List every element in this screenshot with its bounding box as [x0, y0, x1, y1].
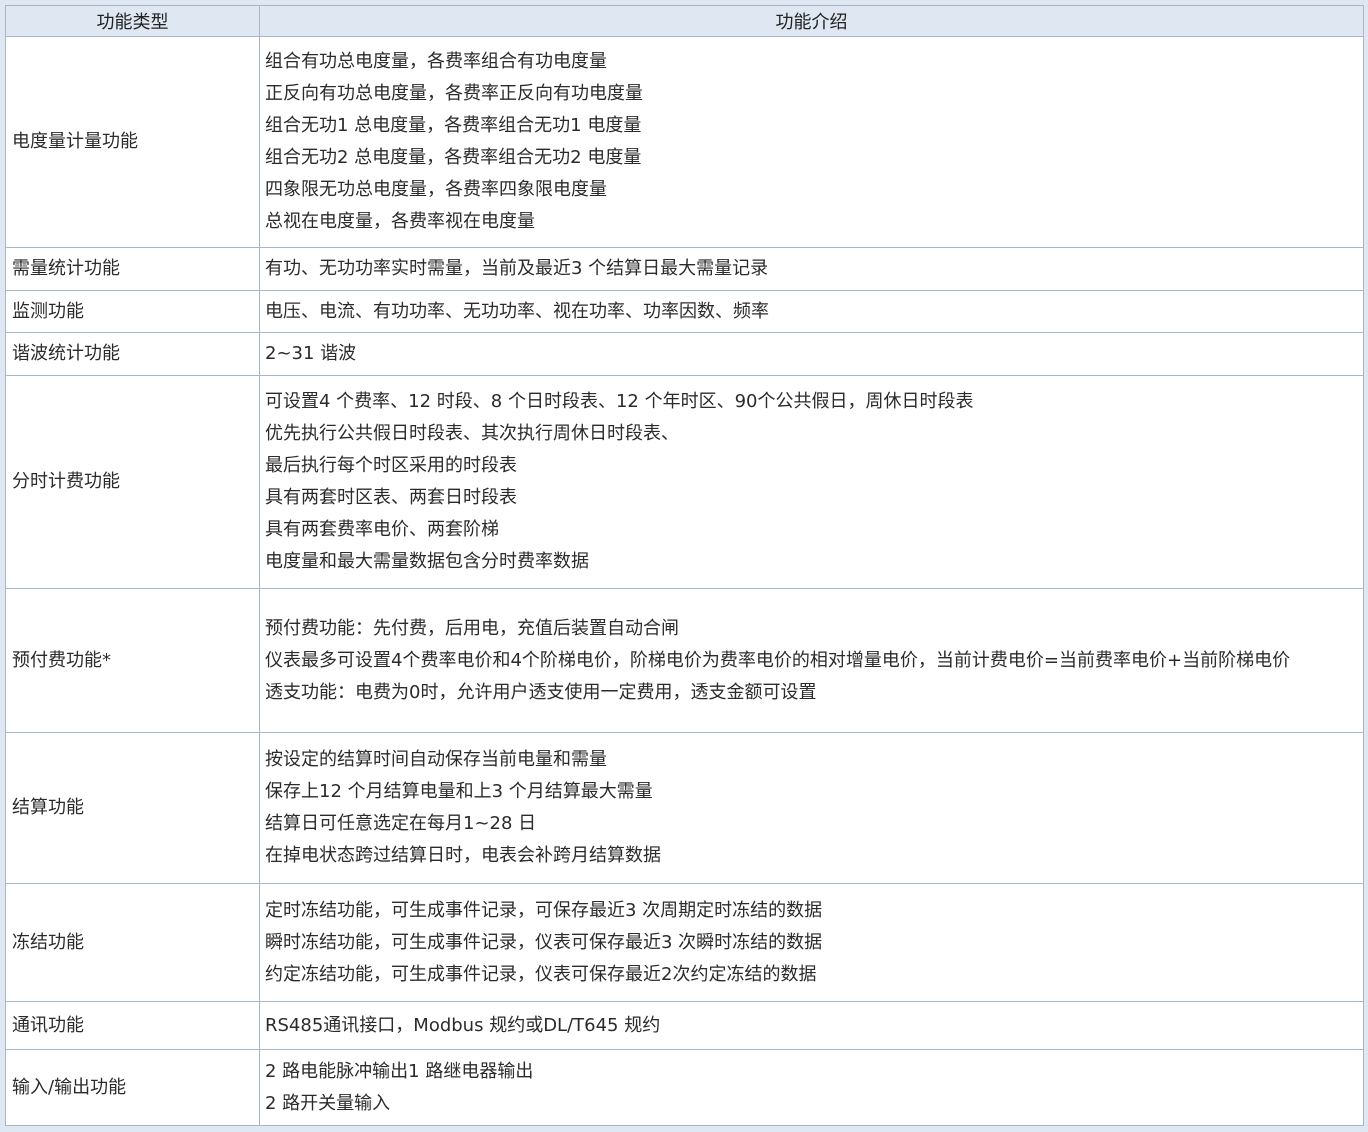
- table-row: 需量统计功能 有功、无功功率实时需量，当前及最近3 个结算日最大需量记录: [5, 247, 1364, 291]
- function-type-cell: 结算功能: [5, 732, 260, 884]
- table-row: 预付费功能* 预付费功能：先付费，后用电，充值后装置自动合闸仪表最多可设置4个费率…: [5, 588, 1364, 733]
- function-description-cell: 2~31 谐波: [259, 332, 1364, 376]
- function-type-cell: 输入/输出功能: [5, 1049, 260, 1126]
- function-type-cell: 监测功能: [5, 290, 260, 333]
- description-line: 组合无功2 总电度量，各费率组合无功2 电度量: [265, 147, 642, 168]
- function-description-cell: 按设定的结算时间自动保存当前电量和需量保存上12 个月结算电量和上3 个月结算最…: [259, 732, 1364, 884]
- header-function-type: 功能类型: [5, 5, 260, 37]
- function-type-cell: 预付费功能*: [5, 588, 260, 733]
- spec-sheet: 功能类型 功能介绍 电度量计量功能 组合有功总电度量，各费率组合有功电度量正反向有…: [5, 5, 1364, 1126]
- description-line: 有功、无功功率实时需量，当前及最近3 个结算日最大需量记录: [265, 258, 769, 279]
- description-line: 2~31 谐波: [265, 343, 357, 364]
- table-row: 结算功能 按设定的结算时间自动保存当前电量和需量保存上12 个月结算电量和上3 个…: [5, 732, 1364, 884]
- function-description-cell: 电压、电流、有功功率、无功功率、视在功率、功率因数、频率: [259, 290, 1364, 333]
- description-line: 正反向有功总电度量，各费率正反向有功电度量: [265, 83, 643, 104]
- description-line: 组合无功1 总电度量，各费率组合无功1 电度量: [265, 115, 642, 136]
- header-row: 功能类型 功能介绍: [5, 5, 1364, 37]
- function-description-cell: 可设置4 个费率、12 时段、8 个日时段表、12 个年时区、90个公共假日，周…: [259, 375, 1364, 589]
- function-description-cell: 2 路电能脉冲输出1 路继电器输出 2 路开关量输入: [259, 1049, 1364, 1126]
- description-line: 最后执行每个时区采用的时段表: [265, 455, 517, 476]
- function-type-cell: 冻结功能: [5, 883, 260, 1002]
- description-line: 优先执行公共假日时段表、其次执行周休日时段表、: [265, 423, 679, 444]
- description-line: 2 路电能脉冲输出1 路继电器输出: [265, 1060, 534, 1082]
- description-line: 瞬时冻结功能，可生成事件记录，仪表可保存最近3 次瞬时冻结的数据: [265, 931, 823, 953]
- table-row: 谐波统计功能 2~31 谐波: [5, 332, 1364, 376]
- description-line: 仪表最多可设置4个费率电价和4个阶梯电价，阶梯电价为费率电价的相对增量电价，当前…: [265, 649, 1291, 671]
- description-line: 透支功能：电费为0时，允许用户透支使用一定费用，透支金额可设置: [265, 681, 817, 703]
- description-line: 四象限无功总电度量，各费率四象限电度量: [265, 179, 607, 200]
- description-line: 具有两套费率电价、两套阶梯: [265, 519, 499, 540]
- function-type-cell: 通讯功能: [5, 1001, 260, 1050]
- description-line: 具有两套时区表、两套日时段表: [265, 487, 517, 508]
- description-line: 总视在电度量，各费率视在电度量: [265, 211, 535, 232]
- function-description-cell: RS485通讯接口，Modbus 规约或DL/T645 规约: [259, 1001, 1364, 1050]
- description-line: 保存上12 个月结算电量和上3 个月结算最大需量: [265, 781, 653, 802]
- function-type-cell: 谐波统计功能: [5, 332, 260, 376]
- description-line: 在掉电状态跨过结算日时，电表会补跨月结算数据: [265, 845, 661, 866]
- table-row: 输入/输出功能 2 路电能脉冲输出1 路继电器输出 2 路开关量输入: [5, 1049, 1364, 1126]
- function-description-cell: 有功、无功功率实时需量，当前及最近3 个结算日最大需量记录: [259, 247, 1364, 291]
- description-line: 2 路开关量输入: [265, 1092, 391, 1114]
- description-line: 约定冻结功能，可生成事件记录，仪表可保存最近2次约定冻结的数据: [265, 963, 817, 985]
- description-line: 可设置4 个费率、12 时段、8 个日时段表、12 个年时区、90个公共假日，周…: [265, 391, 974, 412]
- description-line: 电压、电流、有功功率、无功功率、视在功率、功率因数、频率: [265, 300, 769, 322]
- function-table: 功能类型 功能介绍 电度量计量功能 组合有功总电度量，各费率组合有功电度量正反向有…: [5, 5, 1364, 1126]
- function-description-cell: 组合有功总电度量，各费率组合有功电度量正反向有功总电度量，各费率正反向有功电度量…: [259, 36, 1364, 248]
- description-line: 预付费功能：先付费，后用电，充值后装置自动合闸: [265, 617, 679, 639]
- description-line: 按设定的结算时间自动保存当前电量和需量: [265, 749, 607, 770]
- table-row: 冻结功能 定时冻结功能，可生成事件记录，可保存最近3 次周期定时冻结的数据 瞬时冻结…: [5, 883, 1364, 1002]
- description-line: 结算日可任意选定在每月1~28 日: [265, 813, 537, 834]
- function-type-cell: 电度量计量功能: [5, 36, 260, 248]
- header-function-description: 功能介绍: [259, 5, 1364, 37]
- function-type-cell: 需量统计功能: [5, 247, 260, 291]
- table-row: 通讯功能 RS485通讯接口，Modbus 规约或DL/T645 规约: [5, 1001, 1364, 1050]
- description-line: RS485通讯接口，Modbus 规约或DL/T645 规约: [265, 1014, 661, 1036]
- description-line: 电度量和最大需量数据包含分时费率数据: [265, 551, 589, 572]
- description-line: 定时冻结功能，可生成事件记录，可保存最近3 次周期定时冻结的数据: [265, 899, 823, 921]
- function-description-cell: 预付费功能：先付费，后用电，充值后装置自动合闸仪表最多可设置4个费率电价和4个阶…: [259, 588, 1364, 733]
- table-row: 监测功能 电压、电流、有功功率、无功功率、视在功率、功率因数、频率: [5, 290, 1364, 333]
- function-type-cell: 分时计费功能: [5, 375, 260, 589]
- function-description-cell: 定时冻结功能，可生成事件记录，可保存最近3 次周期定时冻结的数据 瞬时冻结功能，可…: [259, 883, 1364, 1002]
- table-row: 电度量计量功能 组合有功总电度量，各费率组合有功电度量正反向有功总电度量，各费率正…: [5, 36, 1364, 248]
- table-row: 分时计费功能 可设置4 个费率、12 时段、8 个日时段表、12 个年时区、90个…: [5, 375, 1364, 589]
- description-line: 组合有功总电度量，各费率组合有功电度量: [265, 51, 607, 72]
